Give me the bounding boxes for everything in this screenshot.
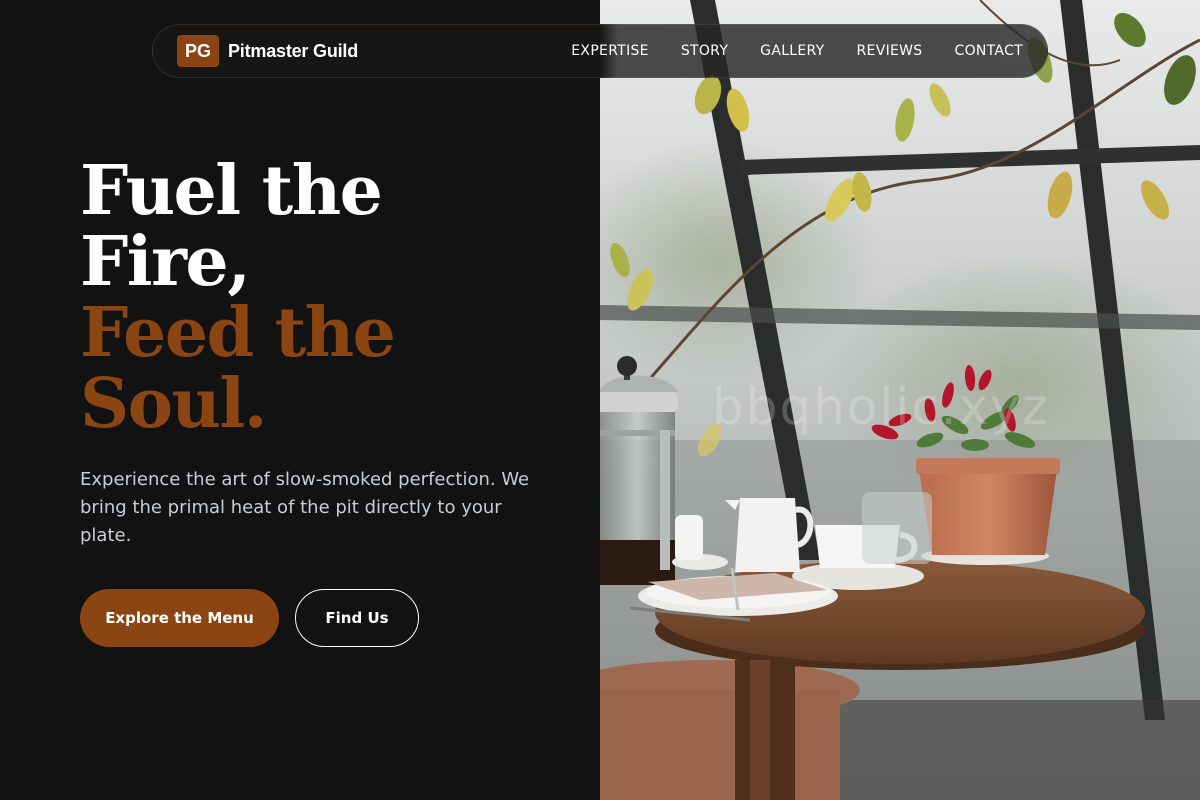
hero-subtitle: Experience the art of slow-smoked perfec… [80,469,530,546]
photo-watermark: bbqholic.xyz [712,378,1051,436]
nav-link-reviews[interactable]: REVIEWS [857,43,923,59]
logo-mark-icon: PG [177,35,219,67]
hero-photo: bbqholic.xyz [600,0,1200,800]
hero-headline: Fuel the Fire, Feed the Soul. [80,156,550,440]
headline-line-4: Soul. [80,364,267,444]
headline-line-2: Fire, [80,222,251,302]
explore-menu-button[interactable]: Explore the Menu [80,589,279,647]
nav-links: EXPERTISE STORY GALLERY REVIEWS CONTACT [571,25,1023,77]
nav-link-story[interactable]: STORY [681,43,728,59]
headline-line-3: Feed the [80,293,396,373]
brand-name: Pitmaster Guild [228,40,359,61]
nav-link-contact[interactable]: CONTACT [955,43,1024,59]
nav-link-expertise[interactable]: EXPERTISE [571,43,649,59]
brand-logo-link[interactable]: PG Pitmaster Guild [177,35,358,67]
find-us-button[interactable]: Find Us [295,589,419,647]
headline-line-1: Fuel the [80,151,383,231]
top-navigation-bar: PG Pitmaster Guild EXPERTISE STORY GALLE… [152,24,1048,78]
hero-left-panel: Fuel the Fire, Feed the Soul. Experience… [0,0,600,800]
nav-link-gallery[interactable]: GALLERY [760,43,824,59]
